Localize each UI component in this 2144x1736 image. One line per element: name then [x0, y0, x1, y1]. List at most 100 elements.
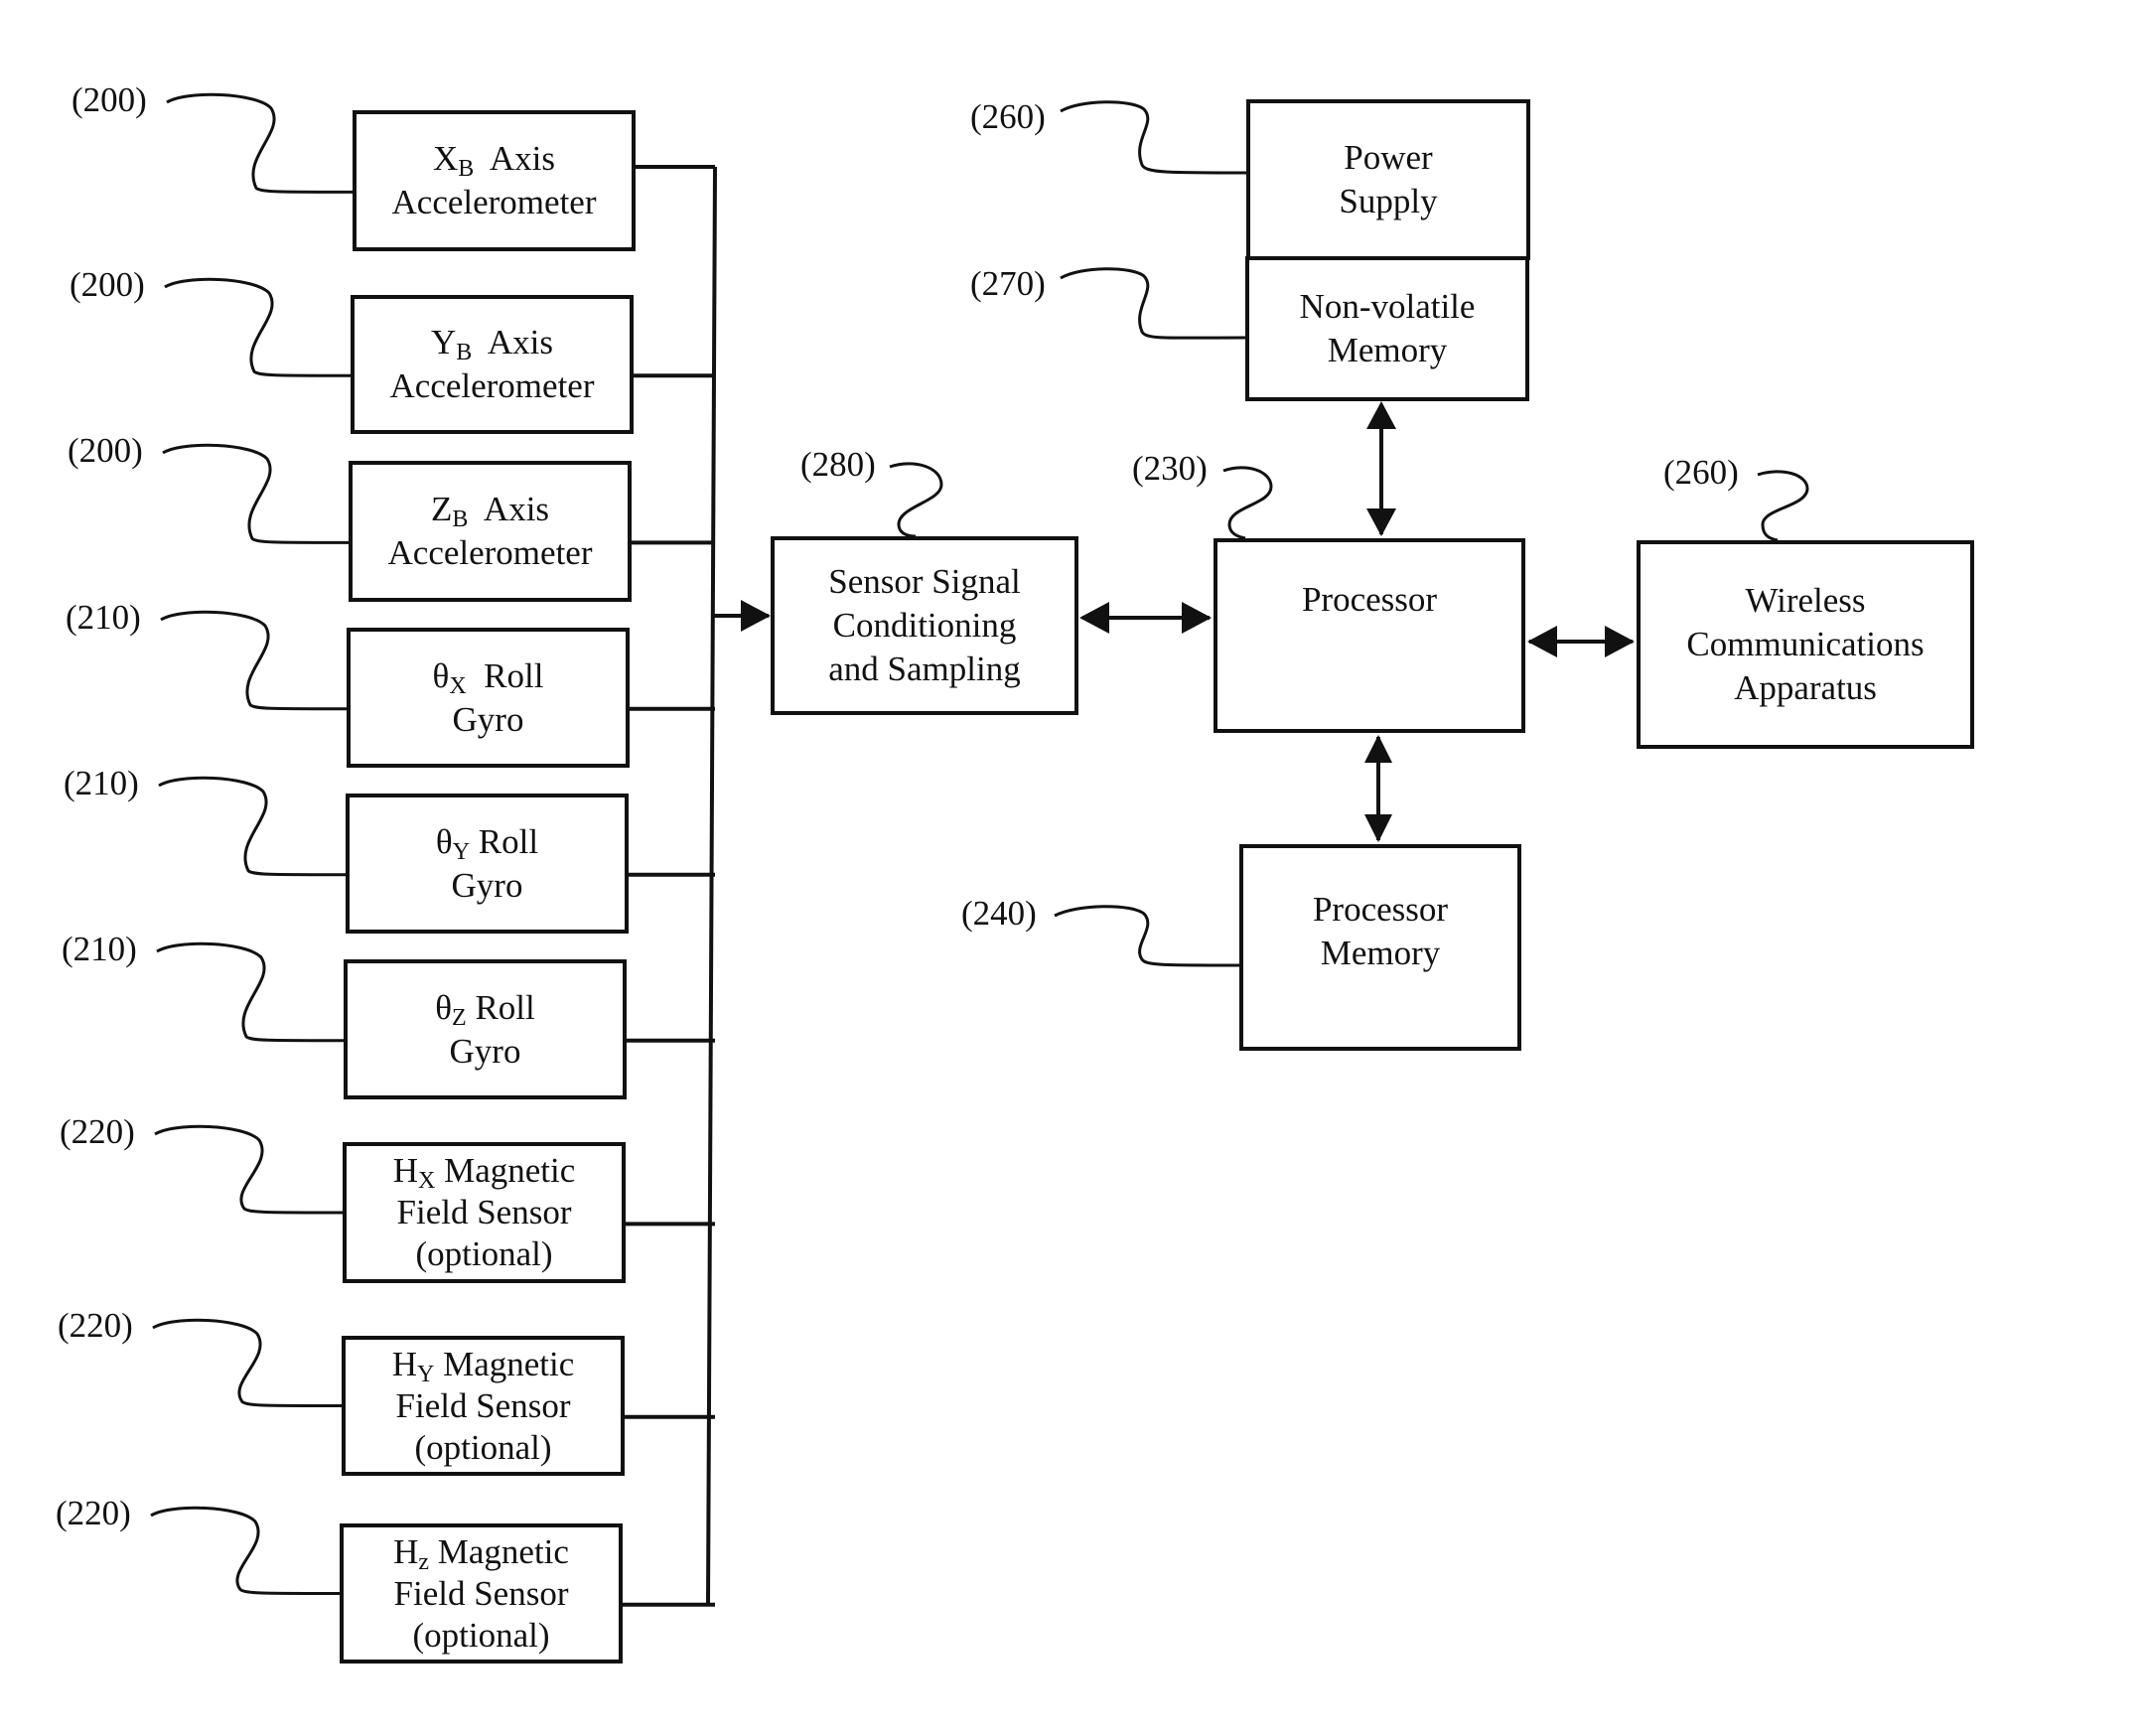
sensor-desc-line: Accelerometer	[391, 183, 597, 221]
sensor-block: θY Roll Gyro	[346, 794, 629, 934]
sensor-axis-subscript: X	[418, 1168, 436, 1194]
conditioning-line-3: and Sampling	[828, 650, 1021, 688]
sensor-ref-leader	[160, 610, 348, 711]
sensor-axis-subscript: Z	[452, 1004, 467, 1031]
sensor-ref-label: (220)	[56, 1494, 131, 1532]
sensor-ref-leader	[154, 1124, 344, 1215]
sensor-block: XB Axis Accelerometer	[353, 110, 636, 251]
sensor-name-line: θX Roll	[433, 654, 544, 698]
sensor-symbol: θ	[432, 655, 450, 695]
power-supply-line-1: Power	[1344, 138, 1433, 177]
wireless-communications-block: Wireless Communications Apparatus	[1637, 540, 1974, 749]
sensor-symbol: H	[393, 1531, 419, 1571]
nvm-ref-label: (270)	[970, 264, 1046, 303]
sensor-axis-subscript: B	[452, 506, 469, 532]
wireless-line-1: Wireless	[1745, 581, 1866, 620]
sensor-symbol: Z	[430, 490, 453, 528]
wireless-line-2: Communications	[1686, 625, 1925, 663]
processor-memory-line-2: Memory	[1320, 934, 1441, 972]
arrowhead-to-processor-memory	[1364, 814, 1392, 842]
nvm-ref-leader	[1060, 267, 1246, 340]
sensor-axis-subscript: Y	[452, 838, 471, 865]
power-supply-block: Power Supply	[1246, 99, 1530, 260]
conditioning-line-2: Conditioning	[832, 606, 1017, 645]
sensor-desc-line: Accelerometer	[387, 533, 593, 572]
sensor-ref-leader	[162, 443, 350, 544]
arrowhead-to-conditioning	[1079, 602, 1109, 634]
arrowhead-to-processor-right	[1527, 626, 1557, 657]
sensor-bus-line	[706, 166, 717, 1606]
sensor-ref-leader	[152, 1318, 343, 1407]
sensor-connectors	[621, 165, 715, 1607]
sensor-ref-label: (210)	[66, 598, 141, 637]
sensor-block: YB Axis Accelerometer	[351, 295, 634, 434]
sensor-system-block-diagram: XB Axis Accelerometer (200) YB Axis Accelero…	[0, 0, 2144, 1736]
sensor-ref-leader	[166, 92, 354, 194]
sensor-desc-line: (optional)	[415, 1234, 553, 1273]
sensor-type-text: Magnetic	[434, 1344, 575, 1383]
processor-memory-ref-label: (240)	[961, 894, 1037, 933]
wireless-ref-leader	[1757, 470, 1809, 542]
processor-memory-line-1: Processor	[1312, 890, 1449, 929]
sensor-signal-conditioning-block: Sensor Signal Conditioning and Sampling	[771, 536, 1078, 715]
sensor-desc-line: Gyro	[449, 1031, 521, 1071]
sensor-desc-line: (optional)	[414, 1427, 552, 1467]
sensor-type-text: Roll	[466, 655, 544, 695]
conditioning-line-1: Sensor Signal	[828, 562, 1021, 601]
nonvolatile-memory-block: Non-volatile Memory	[1245, 256, 1529, 401]
arrowhead-to-nvm	[1366, 401, 1396, 429]
sensor-ref-leader	[164, 277, 352, 377]
sensor-symbol: X	[433, 139, 459, 178]
sensor-type-text: Roll	[466, 987, 535, 1027]
sensor-axis-subscript: X	[449, 672, 467, 699]
wireless-ref-label: (260)	[1663, 453, 1739, 492]
sensor-block: HY Magnetic Field Sensor (optional)	[342, 1336, 625, 1476]
sensor-ref-label: (210)	[62, 930, 137, 968]
processor-memory-ref-leader	[1054, 905, 1240, 967]
arrowhead-to-processor	[1182, 602, 1212, 634]
wireless-line-3: Apparatus	[1734, 668, 1877, 707]
sensor-name-line: HX Magnetic	[392, 1150, 576, 1194]
bus-to-conditioning-arrowhead	[741, 600, 771, 632]
sensor-ref-leader	[158, 776, 347, 877]
sensor-desc-line: Gyro	[451, 865, 523, 905]
processor-ref-leader	[1222, 466, 1273, 540]
nvm-line-1: Non-volatile	[1299, 287, 1476, 326]
sensor-name-line: θY Roll	[436, 820, 538, 864]
conditioning-ref-label: (280)	[800, 445, 876, 484]
arrowhead-to-processor-bottom	[1364, 735, 1392, 763]
sensor-type-text: Magnetic	[435, 1151, 576, 1190]
sensor-desc-line: (optional)	[412, 1615, 550, 1655]
sensor-block: θZ Roll Gyro	[344, 959, 627, 1099]
sensor-symbol: H	[391, 1344, 417, 1383]
sensor-desc-line: Accelerometer	[389, 366, 595, 405]
sensor-symbol: θ	[435, 987, 453, 1027]
sensor-desc-line: Field Sensor	[396, 1193, 572, 1231]
power-supply-ref-label: (260)	[970, 97, 1046, 136]
arrowhead-to-wireless	[1605, 626, 1635, 657]
sensor-type-text: Axis	[474, 139, 555, 178]
arrowhead-to-processor-top	[1366, 508, 1396, 536]
sensor-name-line: XB Axis	[433, 137, 555, 181]
sensor-block: ZB Axis Accelerometer	[349, 461, 632, 602]
sensor-ref-label: (220)	[60, 1112, 135, 1151]
sensor-desc-line: Gyro	[452, 699, 524, 739]
processor-memory-block: Processor Memory	[1239, 844, 1521, 1051]
sensor-desc-line: Field Sensor	[395, 1385, 571, 1425]
sensor-name-line: θZ Roll	[435, 986, 534, 1030]
sensor-type-text: Axis	[472, 323, 553, 362]
sensor-ref-label: (210)	[64, 764, 139, 802]
sensor-ref-label: (220)	[58, 1306, 133, 1345]
sensor-axis-subscript: B	[456, 340, 473, 365]
sensor-axis-subscript: z	[418, 1548, 429, 1575]
sensor-ref-label: (200)	[70, 265, 145, 304]
sensor-name-line: Hz Magnetic	[393, 1531, 569, 1575]
sensor-desc-line: Field Sensor	[393, 1573, 569, 1613]
sensor-symbol: H	[392, 1151, 418, 1190]
sensor-symbol: θ	[435, 821, 453, 861]
processor-label: Processor	[1301, 580, 1438, 619]
sensor-type-text: Axis	[468, 490, 550, 528]
sensor-block: θX Roll Gyro	[347, 628, 630, 768]
sensor-symbol: Y	[431, 323, 457, 362]
sensor-name-line: YB Axis	[431, 321, 553, 364]
